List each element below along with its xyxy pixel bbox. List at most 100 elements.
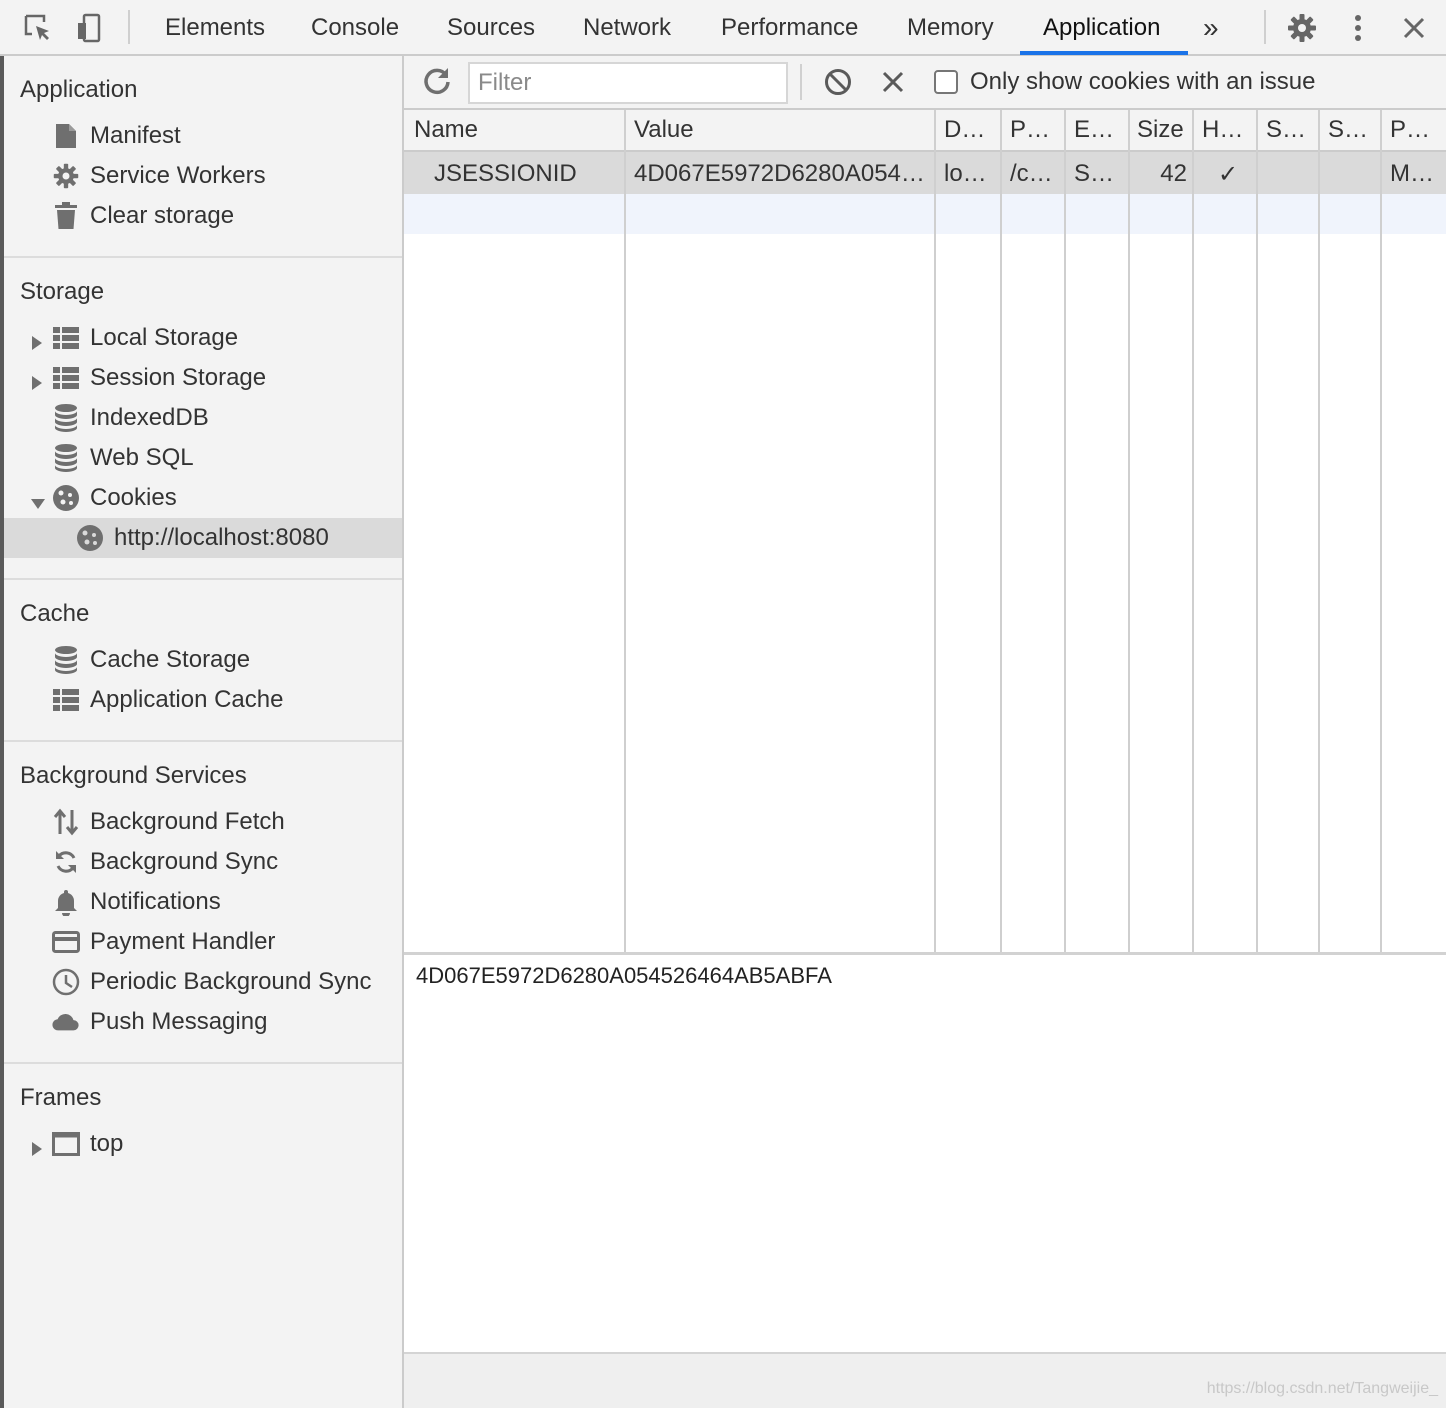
watermark-text: https://blog.csdn.net/Tangweijie_ xyxy=(1206,1380,1438,1397)
kebab-menu-icon[interactable] xyxy=(1340,10,1376,46)
sidebar-item-label: Local Storage xyxy=(90,324,239,351)
cell-size: 42 xyxy=(1160,160,1187,187)
refresh-icon[interactable] xyxy=(422,66,454,98)
column-divider xyxy=(1380,110,1382,952)
sidebar-item-frame-top[interactable]: top xyxy=(4,1124,402,1164)
tab-console[interactable]: Console xyxy=(311,0,399,54)
cell-value: 4D067E5972D6280A054… xyxy=(634,160,925,187)
sidebar-item-label: Cookies xyxy=(90,484,177,511)
sidebar-item-application-cache[interactable]: Application Cache xyxy=(4,680,402,720)
table-grid-icon xyxy=(52,686,80,714)
column-header-samesite[interactable]: S… xyxy=(1328,116,1378,144)
filter-input[interactable] xyxy=(468,62,788,104)
sync-icon xyxy=(52,848,80,876)
expand-arrow-icon[interactable] xyxy=(30,1136,44,1156)
up-down-arrows-icon xyxy=(52,808,80,836)
cookie-icon xyxy=(76,524,104,552)
column-header-expires[interactable]: E… xyxy=(1074,116,1126,144)
device-toolbar-icon[interactable] xyxy=(72,10,108,46)
more-tabs-button[interactable]: » xyxy=(1203,0,1219,54)
expand-arrow-icon[interactable] xyxy=(30,370,44,390)
expand-arrow-icon[interactable] xyxy=(30,330,44,350)
cell-path: /c… xyxy=(1010,160,1053,187)
cell-name: JSESSIONID xyxy=(434,160,577,187)
column-header-httponly[interactable]: H… xyxy=(1202,116,1254,144)
cell-httponly: ✓ xyxy=(1217,161,1239,188)
tab-network[interactable]: Network xyxy=(583,0,671,54)
sidebar-item-cache-storage[interactable]: Cache Storage xyxy=(4,640,402,680)
sidebar-item-label: Web SQL xyxy=(90,444,194,471)
cookies-toolbar: Only show cookies with an issue xyxy=(404,56,1446,110)
section-divider xyxy=(4,578,402,580)
inspect-element-icon[interactable] xyxy=(20,10,56,46)
column-divider xyxy=(1318,110,1320,952)
only-issues-checkbox[interactable] xyxy=(934,70,958,94)
sidebar-item-session-storage[interactable]: Session Storage xyxy=(4,358,402,398)
collapse-arrow-icon[interactable] xyxy=(30,490,45,509)
cookies-table: Name Value D… P… E… Size H… S… S… P… JSE… xyxy=(404,110,1446,952)
sidebar-item-cookies[interactable]: Cookies xyxy=(4,478,402,518)
section-title-background-services: Background Services xyxy=(20,762,247,789)
column-divider xyxy=(1128,110,1130,952)
column-header-name[interactable]: Name xyxy=(414,116,619,144)
cookie-icon xyxy=(52,484,80,512)
clock-icon xyxy=(52,968,80,996)
column-header-size[interactable]: Size xyxy=(1137,116,1191,144)
section-title-frames: Frames xyxy=(20,1084,102,1111)
gear-icon[interactable] xyxy=(1284,10,1320,46)
sidebar-item-label: Cache Storage xyxy=(90,646,251,673)
tab-elements[interactable]: Elements xyxy=(165,0,265,54)
sidebar-item-label: Background Sync xyxy=(90,848,279,875)
cookie-value-text: 4D067E5972D6280A054526464AB5ABFA xyxy=(416,963,832,988)
sidebar-item-cookie-origin[interactable]: http://localhost:8080 xyxy=(4,518,402,558)
tab-performance[interactable]: Performance xyxy=(721,0,858,54)
tab-application[interactable]: Application xyxy=(1043,0,1160,54)
sidebar-item-background-sync[interactable]: Background Sync xyxy=(4,842,402,882)
tab-memory[interactable]: Memory xyxy=(907,0,994,54)
sidebar-item-push-messaging[interactable]: Push Messaging xyxy=(4,1002,402,1042)
sidebar-item-label: Manifest xyxy=(90,122,181,149)
column-divider xyxy=(1064,110,1066,952)
sidebar-item-manifest[interactable]: Manifest xyxy=(4,116,402,156)
column-divider xyxy=(1000,110,1002,952)
column-header-value[interactable]: Value xyxy=(634,116,929,144)
clear-all-icon[interactable] xyxy=(824,68,854,98)
document-icon xyxy=(52,122,80,150)
sidebar-item-indexeddb[interactable]: IndexedDB xyxy=(4,398,402,438)
sidebar-item-periodic-background-sync[interactable]: Periodic Background Sync xyxy=(4,962,402,1002)
sidebar-item-label: Notifications xyxy=(90,888,221,915)
sidebar-item-local-storage[interactable]: Local Storage xyxy=(4,318,402,358)
database-icon xyxy=(52,444,80,472)
tab-sources[interactable]: Sources xyxy=(447,0,535,54)
sidebar-item-clear-storage[interactable]: Clear storage xyxy=(4,196,402,236)
sidebar-item-label: Payment Handler xyxy=(90,928,276,955)
sidebar-item-service-workers[interactable]: Service Workers xyxy=(4,156,402,196)
devtools-tab-bar: Elements Console Sources Network Perform… xyxy=(0,0,1446,56)
frame-window-icon xyxy=(52,1130,80,1158)
sidebar-item-web-sql[interactable]: Web SQL xyxy=(4,438,402,478)
bell-icon xyxy=(52,888,80,916)
database-icon xyxy=(52,646,80,674)
sidebar-item-label: Session Storage xyxy=(90,364,267,391)
table-row-empty[interactable] xyxy=(404,194,1446,234)
sidebar-item-notifications[interactable]: Notifications xyxy=(4,882,402,922)
sidebar-item-label: Service Workers xyxy=(90,162,266,189)
sidebar-item-label: Background Fetch xyxy=(90,808,285,835)
toolbar-separator xyxy=(800,64,802,100)
database-icon xyxy=(52,404,80,432)
table-grid-icon xyxy=(52,324,80,352)
only-issues-label[interactable]: Only show cookies with an issue xyxy=(970,68,1316,96)
column-header-priority[interactable]: P… xyxy=(1390,116,1444,144)
sidebar-item-background-fetch[interactable]: Background Fetch xyxy=(4,802,402,842)
column-divider xyxy=(624,110,626,952)
application-sidebar: Application Manifest Service Workers Cle… xyxy=(0,56,404,1408)
column-header-domain[interactable]: D… xyxy=(944,116,998,144)
delete-selected-icon[interactable] xyxy=(882,71,906,95)
section-divider xyxy=(4,740,402,742)
column-divider xyxy=(1192,110,1194,952)
sidebar-item-label: IndexedDB xyxy=(90,404,209,431)
close-icon[interactable] xyxy=(1396,10,1432,46)
sidebar-item-payment-handler[interactable]: Payment Handler xyxy=(4,922,402,962)
column-header-path[interactable]: P… xyxy=(1010,116,1062,144)
column-header-secure[interactable]: S… xyxy=(1266,116,1316,144)
